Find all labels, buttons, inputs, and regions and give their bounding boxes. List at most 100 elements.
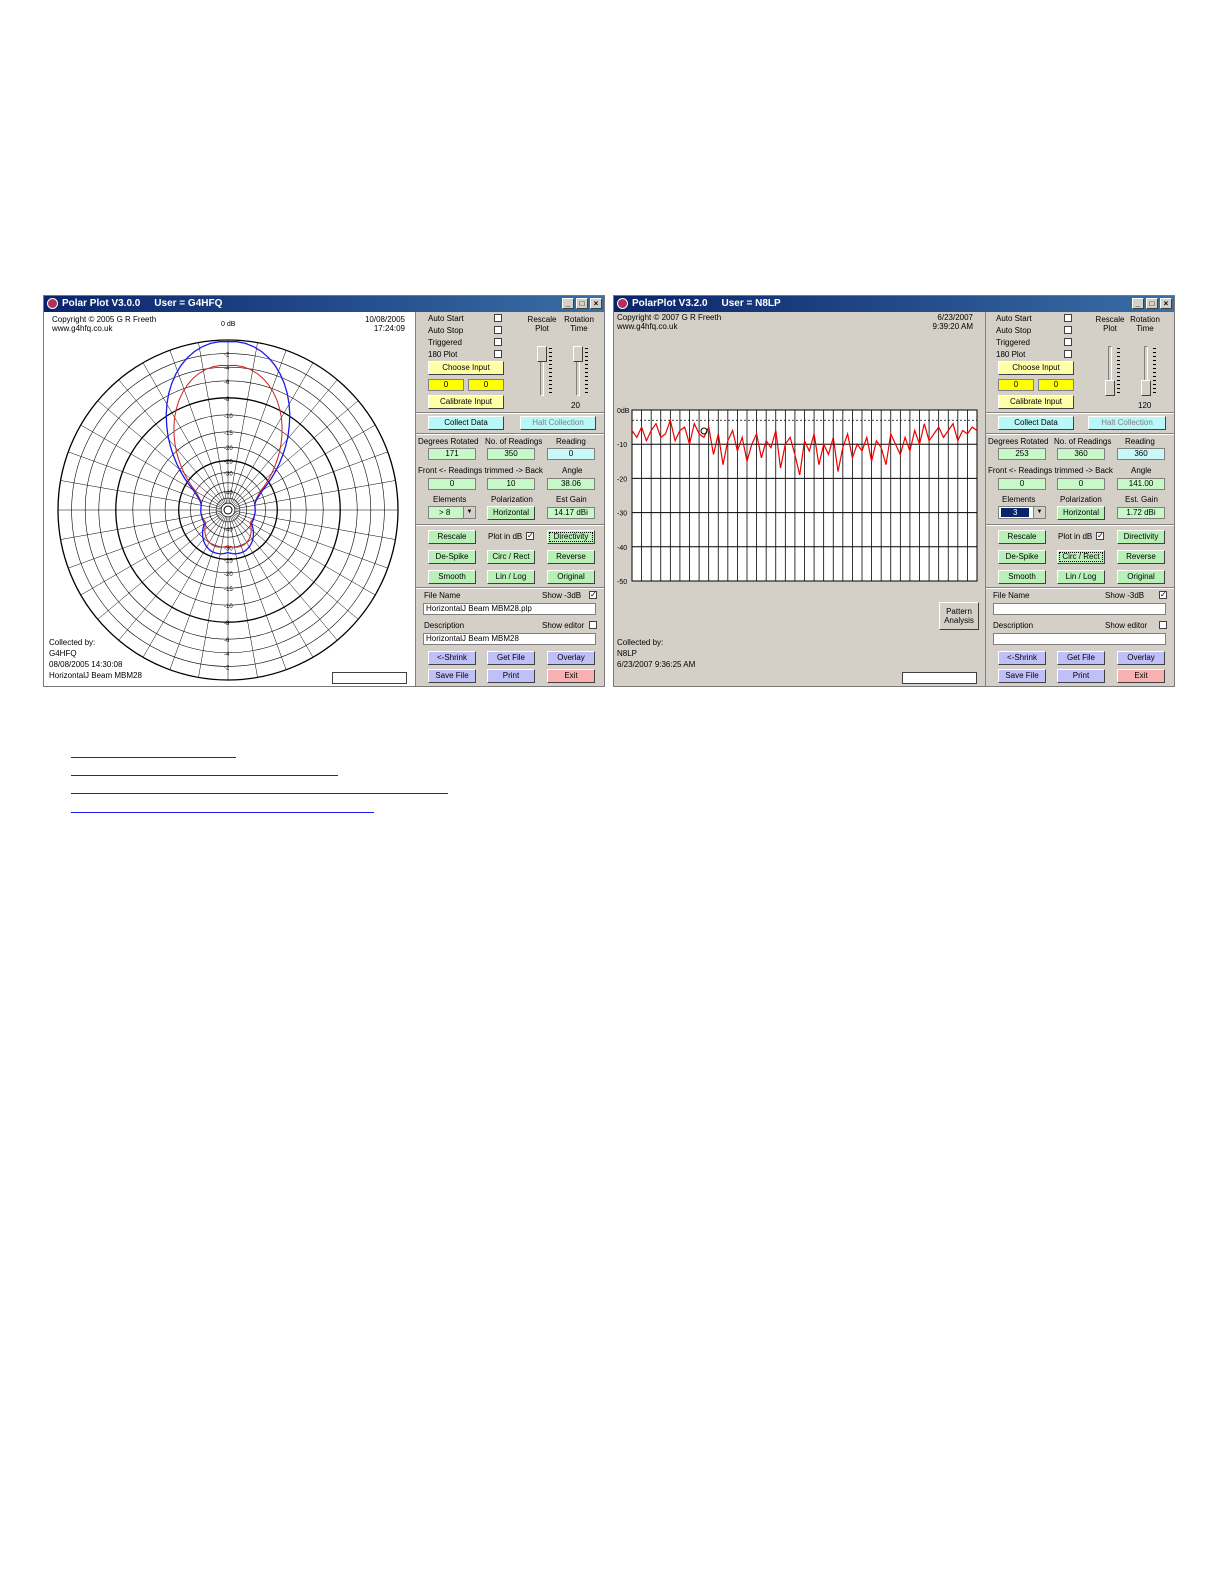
auto-stop-checkbox[interactable] xyxy=(494,326,502,334)
file-name-field[interactable]: HorizontalJ Beam MBM28.plp xyxy=(423,603,596,615)
calibrate-input-button[interactable]: Calibrate Input xyxy=(998,395,1074,409)
auto-stop-checkbox[interactable] xyxy=(1064,326,1072,334)
plot180-checkbox[interactable] xyxy=(494,350,502,358)
choose-input-button[interactable]: Choose Input xyxy=(998,361,1074,375)
plot-in-db-checkbox[interactable]: ✓ xyxy=(526,532,534,540)
description-field[interactable]: HorizontalJ Beam MBM28 xyxy=(423,633,596,645)
pattern-analysis-button[interactable]: Pattern Analysis xyxy=(939,602,979,630)
rotation-slider-thumb[interactable] xyxy=(1141,380,1151,396)
exit-button[interactable]: Exit xyxy=(547,669,595,683)
link-4[interactable] xyxy=(71,812,374,813)
circ-rect-button[interactable]: Circ / Rect xyxy=(487,550,535,564)
halt-collection-button[interactable]: Halt Collection xyxy=(520,416,596,430)
collect-data-button[interactable]: Collect Data xyxy=(428,416,504,430)
polar-ring-label: -25 xyxy=(224,558,233,564)
polar-spoke xyxy=(198,516,228,678)
plot-in-db-label: Plot in dB xyxy=(488,532,523,541)
link-1[interactable] xyxy=(71,757,236,758)
angle-value: 141.00 xyxy=(1117,478,1165,490)
title-bar[interactable]: Polar Plot V3.0.0 User = G4HFQ _ □ × xyxy=(44,296,604,312)
chevron-down-icon[interactable]: ▼ xyxy=(463,507,475,518)
lin-log-button[interactable]: Lin / Log xyxy=(487,570,535,584)
rotation-slider-thumb[interactable] xyxy=(573,346,583,362)
original-button[interactable]: Original xyxy=(547,570,595,584)
show-3db-checkbox[interactable]: ✓ xyxy=(589,591,597,599)
front-trim-value[interactable]: 0 xyxy=(998,478,1046,490)
smooth-button[interactable]: Smooth xyxy=(998,570,1046,584)
show-editor-checkbox[interactable] xyxy=(589,621,597,629)
auto-start-checkbox[interactable] xyxy=(1064,314,1072,322)
lin-log-button[interactable]: Lin / Log xyxy=(1057,570,1105,584)
chevron-down-icon[interactable]: ▼ xyxy=(1033,507,1045,518)
description-field[interactable] xyxy=(993,633,1166,645)
back-trim-value[interactable]: 0 xyxy=(1057,478,1105,490)
show-editor-checkbox[interactable] xyxy=(1159,621,1167,629)
reverse-button[interactable]: Reverse xyxy=(1117,550,1165,564)
minimize-icon[interactable]: _ xyxy=(1132,298,1144,309)
save-file-button[interactable]: Save File xyxy=(428,669,476,683)
collected-datetime: 6/23/2007 9:36:25 AM xyxy=(617,660,696,669)
close-icon[interactable]: × xyxy=(590,298,602,309)
rescale-slider-thumb[interactable] xyxy=(537,346,547,362)
show-3db-checkbox[interactable]: ✓ xyxy=(1159,591,1167,599)
progress-box xyxy=(332,672,407,684)
maximize-icon[interactable]: □ xyxy=(576,298,588,309)
get-file-button[interactable]: Get File xyxy=(487,651,535,665)
polarization-button[interactable]: Horizontal xyxy=(1057,506,1105,520)
get-file-button[interactable]: Get File xyxy=(1057,651,1105,665)
plot-in-db-checkbox[interactable]: ✓ xyxy=(1096,532,1104,540)
maximize-icon[interactable]: □ xyxy=(1146,298,1158,309)
auto-start-checkbox[interactable] xyxy=(494,314,502,322)
print-button[interactable]: Print xyxy=(1057,669,1105,683)
print-button[interactable]: Print xyxy=(487,669,535,683)
circ-rect-button[interactable]: Circ / Rect xyxy=(1057,550,1105,564)
reverse-button[interactable]: Reverse xyxy=(547,550,595,564)
triggered-checkbox[interactable] xyxy=(494,338,502,346)
choose-input-button[interactable]: Choose Input xyxy=(428,361,504,375)
file-name-field[interactable] xyxy=(993,603,1166,615)
polar-spoke xyxy=(230,516,287,670)
reading-value: 0 xyxy=(547,448,595,460)
polarization-label: Polarization xyxy=(491,495,533,504)
separator xyxy=(416,433,604,435)
shrink-button[interactable]: <-Shrink xyxy=(428,651,476,665)
elements-value: > 8 xyxy=(439,508,451,517)
rescale-button[interactable]: Rescale xyxy=(998,530,1046,544)
halt-collection-button[interactable]: Halt Collection xyxy=(1088,416,1166,430)
overlay-button[interactable]: Overlay xyxy=(1117,651,1165,665)
despike-button[interactable]: De-Spike xyxy=(998,550,1046,564)
original-button[interactable]: Original xyxy=(1117,570,1165,584)
minimize-icon[interactable]: _ xyxy=(562,298,574,309)
calibrate-input-button[interactable]: Calibrate Input xyxy=(428,395,504,409)
front-trim-value[interactable]: 0 xyxy=(428,478,476,490)
back-trim-value[interactable]: 10 xyxy=(487,478,535,490)
show-editor-label: Show editor xyxy=(1105,621,1148,630)
plot180-label: 180 Plot xyxy=(428,350,458,359)
window-title: PolarPlot V3.2.0 xyxy=(632,298,708,309)
title-bar[interactable]: PolarPlot V3.2.0 User = N8LP _ □ × xyxy=(614,296,1174,312)
collect-data-button[interactable]: Collect Data xyxy=(998,416,1074,430)
exit-button[interactable]: Exit xyxy=(1117,669,1165,683)
save-file-button[interactable]: Save File xyxy=(998,669,1046,683)
close-icon[interactable]: × xyxy=(1160,298,1172,309)
overlay-button[interactable]: Overlay xyxy=(547,651,595,665)
directivity-button[interactable]: Directivity xyxy=(1117,530,1165,544)
shrink-button[interactable]: <-Shrink xyxy=(998,651,1046,665)
separator xyxy=(416,587,604,589)
input-a-value: 0 xyxy=(998,379,1034,391)
directivity-button[interactable]: Directivity xyxy=(547,530,595,544)
link-2[interactable] xyxy=(71,775,338,776)
smooth-button[interactable]: Smooth xyxy=(428,570,476,584)
triggered-checkbox[interactable] xyxy=(1064,338,1072,346)
rescale-slider-thumb[interactable] xyxy=(1105,380,1115,396)
rescale-button[interactable]: Rescale xyxy=(428,530,476,544)
elements-select[interactable]: 3 ▼ xyxy=(998,506,1046,519)
link-3[interactable] xyxy=(71,793,448,794)
input-a-value: 0 xyxy=(428,379,464,391)
plot180-checkbox[interactable] xyxy=(1064,350,1072,358)
elements-select[interactable]: > 8 ▼ xyxy=(428,506,476,519)
polarization-button[interactable]: Horizontal xyxy=(487,506,535,520)
despike-button[interactable]: De-Spike xyxy=(428,550,476,564)
polar-spoke xyxy=(97,400,223,506)
polar-spoke xyxy=(97,514,223,620)
